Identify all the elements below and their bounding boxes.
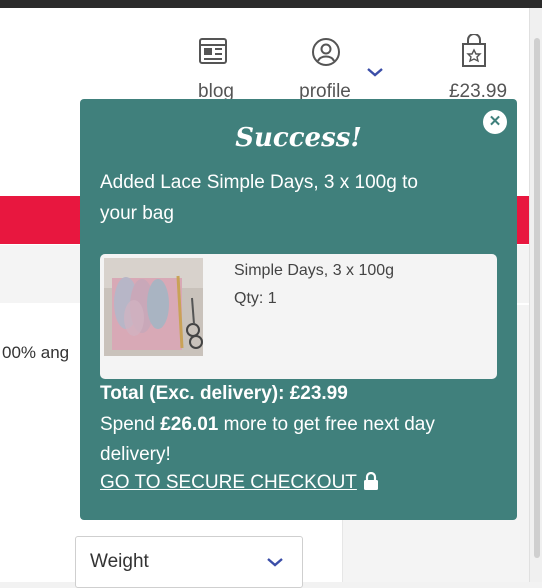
- scrollbar[interactable]: [529, 8, 542, 582]
- product-name: Simple Days, 3 x 100g: [234, 262, 395, 279]
- yarn-product-image: [104, 258, 203, 356]
- weight-select-value: Weight: [90, 551, 149, 572]
- blog-icon[interactable]: [198, 36, 228, 71]
- chevron-down-icon[interactable]: [366, 65, 384, 83]
- product-description-text: 00% ang: [2, 343, 70, 362]
- spend-amount: £26.01: [160, 414, 219, 435]
- checkout-label: GO TO SECURE CHECKOUT: [100, 472, 357, 493]
- popup-message: Added Lace Simple Days, 3 x 100g to your…: [100, 172, 418, 224]
- product-card: Simple Days, 3 x 100g Qty: 1: [100, 254, 497, 379]
- close-icon[interactable]: ✕: [483, 110, 507, 134]
- chevron-down-icon: [266, 555, 284, 573]
- spend-prefix: Spend: [100, 414, 161, 435]
- product-quantity: Qty: 1: [234, 290, 277, 307]
- profile-icon[interactable]: [311, 37, 341, 72]
- popup-title: Success!: [235, 123, 362, 153]
- lock-icon: [363, 471, 379, 496]
- order-total: Total (Exc. delivery): £23.99: [100, 383, 348, 404]
- weight-select[interactable]: Weight: [75, 536, 303, 588]
- bag-icon[interactable]: [459, 33, 489, 73]
- added-to-bag-popup: Success! ✕ Added Lace Simple Days, 3 x 1…: [80, 99, 517, 520]
- browser-top-bar: [0, 0, 542, 8]
- free-delivery-message: Spend £26.01 more to get free next day d…: [100, 410, 480, 470]
- scrollbar-thumb[interactable]: [534, 38, 540, 558]
- secure-checkout-link[interactable]: GO TO SECURE CHECKOUT: [100, 471, 379, 496]
